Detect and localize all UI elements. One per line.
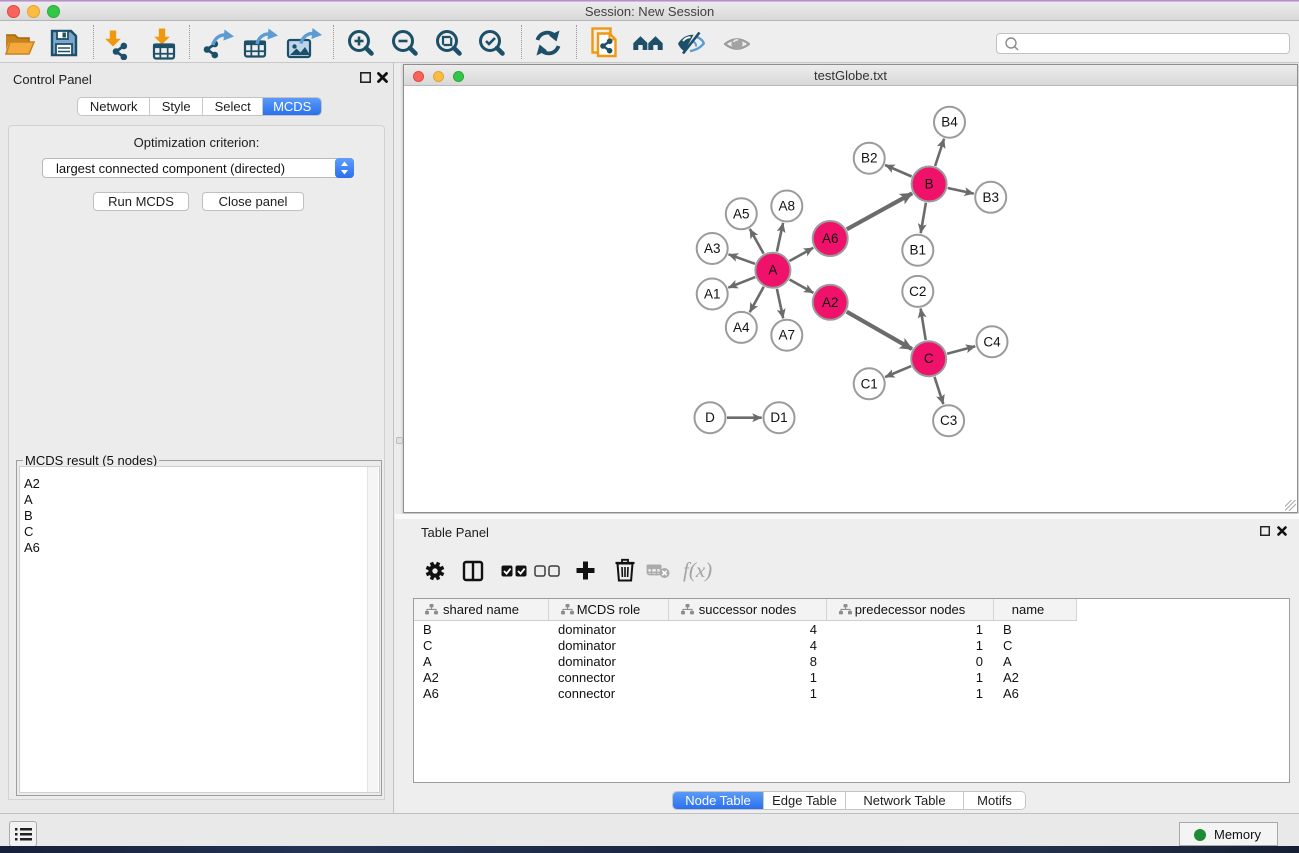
svg-text:D: D xyxy=(705,410,715,425)
svg-text:B2: B2 xyxy=(861,151,878,166)
svg-text:A2: A2 xyxy=(822,295,839,310)
svg-text:C2: C2 xyxy=(909,284,926,299)
svg-text:C: C xyxy=(924,351,934,366)
svg-text:A3: A3 xyxy=(704,241,721,256)
svg-text:B: B xyxy=(925,177,934,192)
svg-text:B1: B1 xyxy=(910,243,927,258)
svg-text:A5: A5 xyxy=(733,206,750,221)
svg-text:A8: A8 xyxy=(779,199,796,214)
svg-text:B4: B4 xyxy=(941,115,958,130)
svg-text:A1: A1 xyxy=(704,287,721,302)
svg-text:C3: C3 xyxy=(940,413,957,428)
svg-text:D1: D1 xyxy=(770,410,787,425)
svg-text:C4: C4 xyxy=(983,334,1001,349)
svg-text:C1: C1 xyxy=(861,376,878,391)
svg-text:B3: B3 xyxy=(982,190,999,205)
svg-text:A7: A7 xyxy=(779,328,796,343)
svg-text:A6: A6 xyxy=(822,231,839,246)
svg-text:A: A xyxy=(768,263,777,278)
svg-text:A4: A4 xyxy=(733,320,750,335)
